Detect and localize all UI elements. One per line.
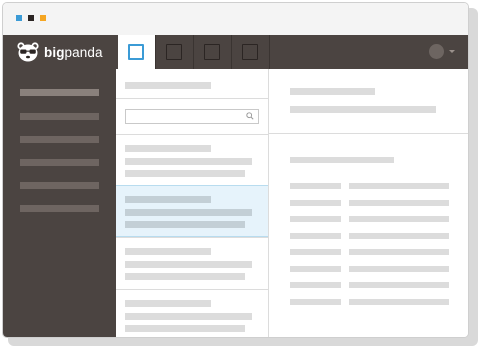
tab-1[interactable] <box>118 35 155 69</box>
list-item-line-placeholder <box>125 273 245 280</box>
incident-list-panel <box>116 69 269 337</box>
sidebar-item-1[interactable] <box>20 89 99 96</box>
list-item-line-placeholder <box>125 221 245 228</box>
list-item-selected[interactable] <box>116 185 268 237</box>
window-dot-orange[interactable] <box>40 15 46 21</box>
top-nav-bar: bigpanda <box>3 35 468 69</box>
list-item-line-placeholder <box>125 261 252 268</box>
tab-4[interactable] <box>232 35 269 69</box>
list-item[interactable] <box>116 237 268 287</box>
sidebar <box>3 69 116 337</box>
list-item-title-placeholder <box>125 145 211 152</box>
brand-logo[interactable]: bigpanda <box>17 39 103 65</box>
detail-row-value <box>349 216 449 222</box>
divider <box>116 98 268 99</box>
detail-section-heading-placeholder <box>290 157 394 163</box>
list-item-line-placeholder <box>125 158 252 165</box>
tab-square-icon <box>128 44 144 60</box>
detail-row-label <box>290 249 341 255</box>
detail-row-label <box>290 216 341 222</box>
sidebar-item-4[interactable] <box>20 159 99 166</box>
detail-subtitle-placeholder <box>290 106 436 113</box>
list-item-line-placeholder <box>125 313 252 320</box>
list-item-line-placeholder <box>125 209 252 216</box>
chevron-down-icon[interactable] <box>449 50 455 53</box>
detail-row-value <box>349 266 449 272</box>
tab-divider <box>269 35 270 69</box>
detail-row-label <box>290 183 341 189</box>
detail-row-label <box>290 299 341 305</box>
list-item-line-placeholder <box>125 170 245 177</box>
window-dot-blue[interactable] <box>16 15 22 21</box>
tab-3[interactable] <box>194 35 231 69</box>
app-window: bigpanda <box>2 2 469 338</box>
detail-row-label <box>290 282 341 288</box>
detail-row-value <box>349 200 449 206</box>
detail-panel <box>269 69 468 337</box>
detail-row-value <box>349 233 449 239</box>
list-item[interactable] <box>116 134 268 184</box>
sidebar-item-3[interactable] <box>20 136 99 143</box>
detail-row-value <box>349 183 449 189</box>
detail-row-value <box>349 282 449 288</box>
tab-2[interactable] <box>156 35 193 69</box>
brand-name: bigpanda <box>44 45 103 60</box>
list-item-title-placeholder <box>125 248 211 255</box>
sidebar-item-6[interactable] <box>20 205 99 212</box>
tab-square-icon <box>242 44 258 60</box>
tab-square-icon <box>204 44 220 60</box>
detail-row-label <box>290 266 341 272</box>
list-item-title-placeholder <box>125 300 211 307</box>
list-header-placeholder <box>125 82 211 89</box>
sidebar-item-2[interactable] <box>20 113 99 120</box>
window-dot-dark[interactable] <box>28 15 34 21</box>
detail-row-label <box>290 233 341 239</box>
brand-name-bold: big <box>44 44 65 60</box>
list-item-line-placeholder <box>125 325 245 332</box>
sidebar-item-5[interactable] <box>20 182 99 189</box>
search-icon[interactable] <box>246 112 254 120</box>
detail-row-label <box>290 200 341 206</box>
detail-row-value <box>349 299 449 305</box>
detail-row-value <box>349 249 449 255</box>
list-item[interactable] <box>116 289 268 337</box>
window-titlebar <box>3 3 468 36</box>
detail-title-placeholder <box>290 88 375 95</box>
tab-square-icon <box>166 44 182 60</box>
user-avatar-icon[interactable] <box>429 44 444 59</box>
list-item-title-placeholder <box>125 196 211 203</box>
brand-name-regular: panda <box>64 44 103 60</box>
detail-header <box>269 69 468 134</box>
search-input[interactable] <box>125 109 259 124</box>
panda-logo-icon <box>17 42 39 62</box>
